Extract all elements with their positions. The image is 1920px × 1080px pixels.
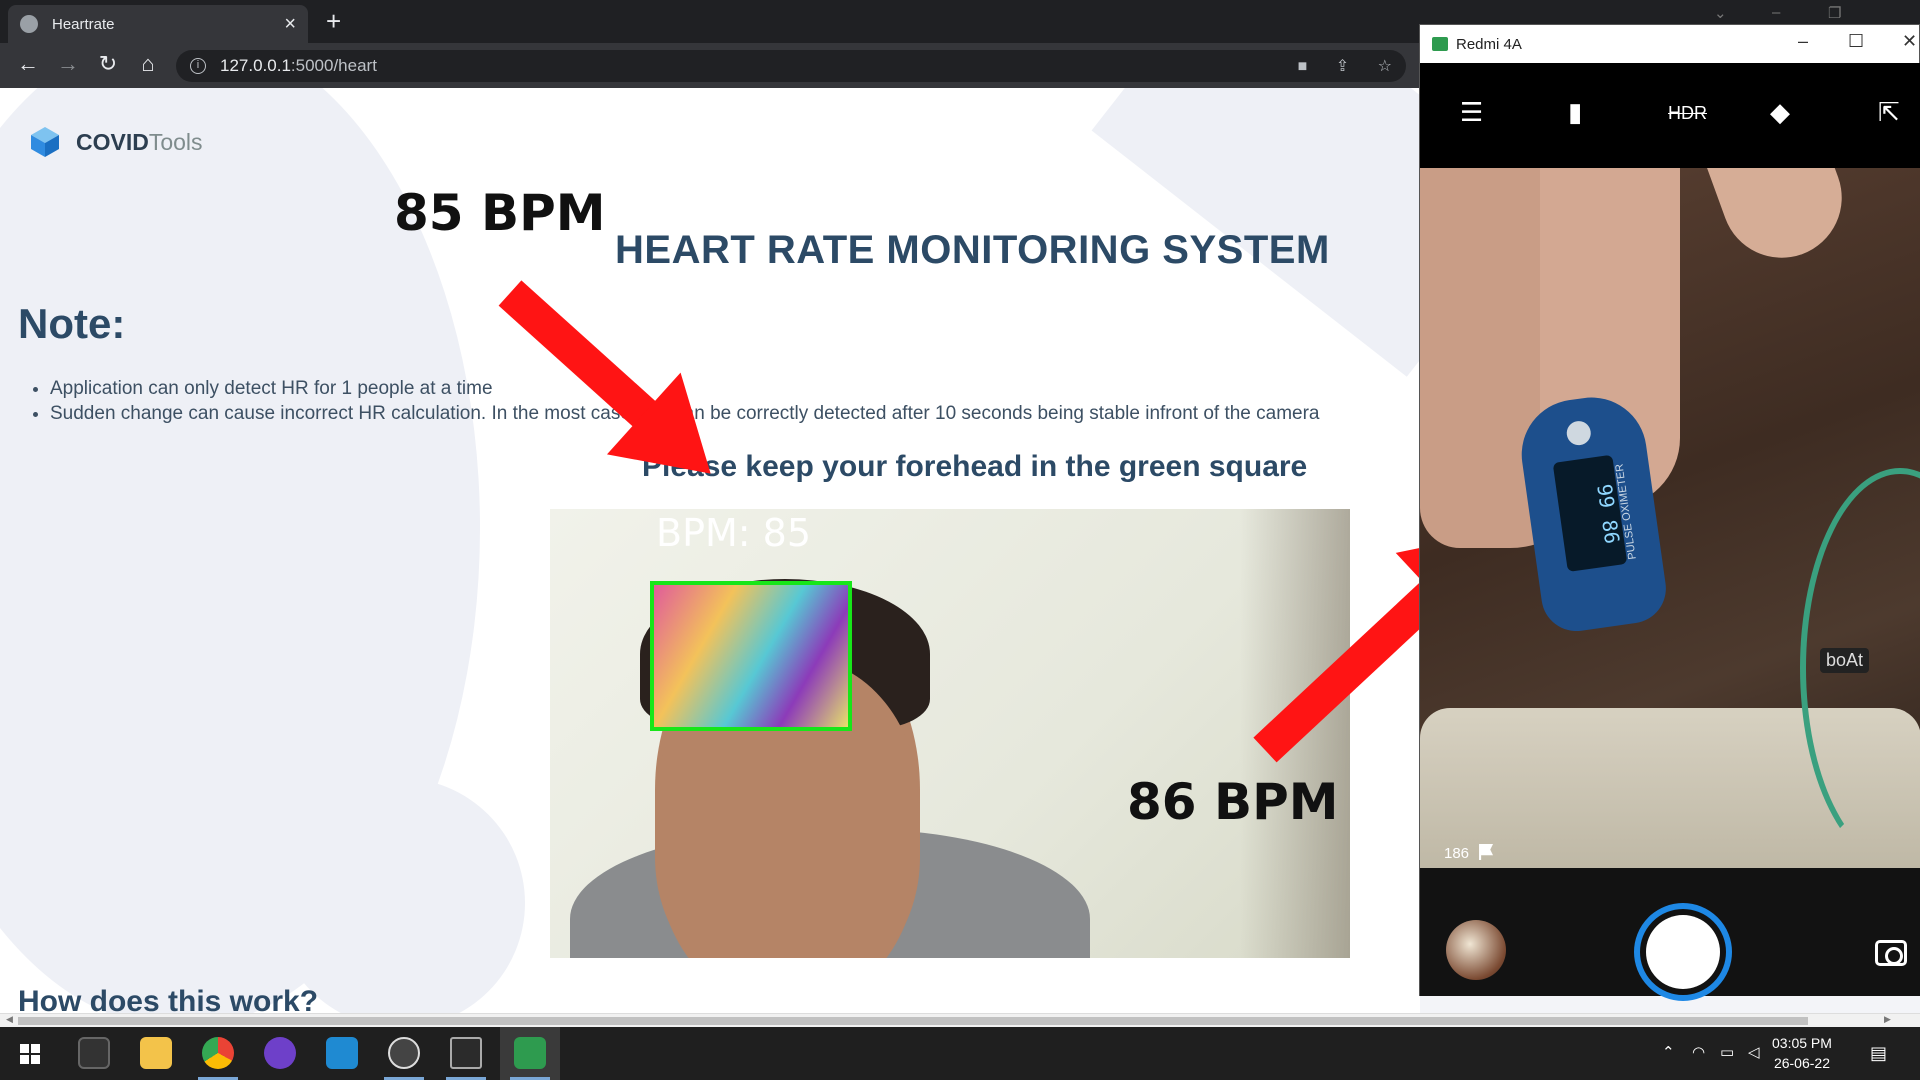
share-icon[interactable]: ⇪ — [1336, 58, 1349, 75]
back-icon[interactable]: ← — [14, 51, 42, 77]
chrome-icon[interactable] — [202, 1037, 234, 1069]
note-heading: Note: — [18, 300, 126, 347]
url-path: :5000/heart — [290, 56, 377, 75]
battery-icon[interactable]: ▭ — [1720, 1043, 1734, 1061]
forward-icon[interactable]: → — [54, 51, 82, 77]
webcam-feed: BPM: 85 — [550, 509, 1350, 958]
obs-icon[interactable] — [388, 1037, 420, 1069]
window-title: Redmi 4A — [1456, 35, 1522, 53]
info-icon[interactable]: i — [190, 58, 206, 74]
phone-orientation-icon[interactable]: ▮ — [1568, 97, 1582, 128]
minimize-icon[interactable]: – — [1772, 4, 1780, 21]
vscode-icon[interactable] — [326, 1037, 358, 1069]
background-shape — [275, 778, 525, 1013]
logo-text-main: COVID — [76, 128, 149, 155]
filter-icon[interactable]: ◆ — [1770, 97, 1790, 128]
video-bpm-overlay: BPM: 85 — [656, 511, 812, 555]
window-titlebar: Redmi 4A – ☐ ✕ — [1420, 25, 1919, 63]
page-title: HEART RATE MONITORING SYSTEM — [615, 228, 1330, 272]
browser-toolbar: ← → ↻ ⌂ i 127.0.0.1 :5000/heart ■ ⇪ ☆ — [0, 43, 1420, 88]
file-explorer-icon[interactable] — [140, 1037, 172, 1069]
minimize-icon[interactable]: – — [1798, 31, 1808, 52]
hdr-off-icon[interactable]: HDR — [1668, 103, 1707, 124]
notification-icon[interactable]: ▤ — [1870, 1043, 1887, 1064]
clock-time: 03:05 PM — [1772, 1035, 1832, 1051]
clock-date: 26-06-22 — [1773, 1055, 1830, 1071]
shutter-button[interactable] — [1634, 903, 1732, 1001]
horizontal-scrollbar[interactable]: ◀ ▶ — [0, 1013, 1920, 1027]
system-clock[interactable]: 03:05 PM 26-06-22 — [1772, 1033, 1832, 1073]
phone-mirror-window: Redmi 4A – ☐ ✕ ☰ ▮ HDR ◆ ⇱ 99 86 PULSE O… — [1419, 24, 1920, 1001]
maximize-icon[interactable]: ☐ — [1848, 31, 1864, 52]
frame-counter: 186 — [1444, 844, 1494, 862]
camera-icon[interactable] — [1875, 940, 1907, 966]
scroll-right-icon[interactable]: ▶ — [1884, 1014, 1891, 1025]
section-heading: How does this work? — [18, 985, 319, 1013]
bookmark-star-icon[interactable]: ☆ — [1378, 58, 1392, 75]
wifi-icon[interactable]: ◠ — [1692, 1043, 1705, 1061]
new-tab-button[interactable]: + — [326, 6, 341, 37]
app-bpm-annotation: 85 BPM — [394, 184, 606, 242]
scrcpy-icon[interactable] — [514, 1037, 546, 1069]
app-icon — [1432, 37, 1448, 51]
forehead-roi-box — [650, 581, 852, 731]
reload-icon[interactable]: ↻ — [94, 51, 122, 77]
volume-icon[interactable]: ◁ — [1748, 1043, 1760, 1061]
url-host: 127.0.0.1 — [220, 56, 291, 75]
camera-viewfinder: 99 86 PULSE OXIMETER boAt 186 — [1420, 168, 1920, 868]
notion-icon[interactable] — [78, 1037, 110, 1069]
brand-label: boAt — [1820, 648, 1870, 673]
scroll-left-icon[interactable]: ◀ — [6, 1014, 13, 1025]
frame-count: 186 — [1444, 845, 1470, 862]
chevron-up-icon[interactable]: ⌃ — [1662, 1043, 1675, 1061]
address-bar[interactable]: i 127.0.0.1 :5000/heart ■ ⇪ ☆ — [176, 50, 1406, 82]
globe-icon — [20, 15, 38, 33]
home-icon[interactable]: ⌂ — [134, 51, 162, 77]
tab-title: Heartrate — [52, 15, 115, 33]
camera-icon[interactable]: ■ — [1298, 58, 1308, 75]
menu-icon[interactable]: ☰ — [1460, 97, 1483, 128]
instruction-text: Please keep your forehead in the green s… — [642, 450, 1308, 483]
web-page: COVID Tools HEART RATE MONITORING SYSTEM … — [0, 88, 1420, 1013]
finger — [1701, 168, 1859, 275]
oximeter-button — [1565, 419, 1593, 447]
cube-logo-icon — [31, 127, 59, 157]
export-icon[interactable]: ⇱ — [1878, 97, 1900, 128]
chevron-down-icon[interactable]: ⌄ — [1714, 4, 1727, 22]
camera-top-bar: ☰ ▮ HDR ◆ ⇱ — [1420, 63, 1920, 168]
scrollbar-thumb[interactable] — [18, 1017, 1808, 1025]
windows-taskbar: ⌃ ◠ ▭ ◁ 03:05 PM 26-06-22 ▤ — [0, 1027, 1920, 1080]
site-logo[interactable]: COVID Tools — [30, 126, 203, 158]
logo-text-accent: Tools — [148, 128, 203, 155]
flag-icon[interactable] — [1479, 844, 1494, 860]
close-icon[interactable]: ✕ — [1902, 31, 1917, 52]
close-tab-icon[interactable]: × — [284, 13, 296, 36]
restore-icon[interactable]: ❐ — [1828, 4, 1841, 22]
github-desktop-icon[interactable] — [264, 1037, 296, 1069]
camera-controls — [1420, 868, 1920, 1001]
tab-heartrate[interactable]: Heartrate × — [8, 5, 308, 43]
gallery-thumbnail[interactable] — [1446, 920, 1506, 980]
windows-start-icon[interactable] — [20, 1044, 40, 1064]
terminal-icon[interactable] — [450, 1037, 482, 1069]
oximeter-bpm-annotation: 86 BPM — [1127, 773, 1339, 831]
